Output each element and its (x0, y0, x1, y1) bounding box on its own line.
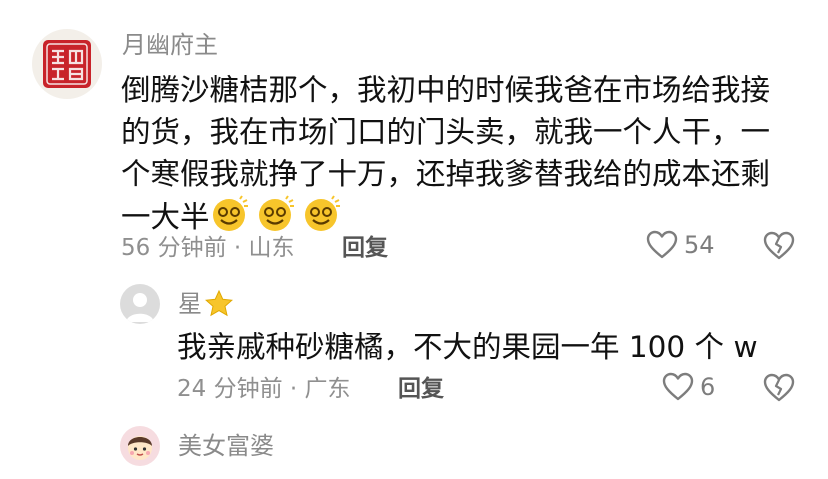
broken-heart-icon (763, 373, 795, 402)
comment-time-location: 24 分钟前 · 广东 (177, 376, 351, 402)
comment-line: 我亲戚种砂糖橘，不大的果园一年 100 个 w (177, 330, 758, 364)
username[interactable]: 美女富婆 (178, 431, 274, 461)
dislike-button[interactable] (763, 373, 795, 407)
star-emoji (205, 289, 233, 317)
dislike-button[interactable] (763, 231, 795, 265)
dizzy-smile-emoji (258, 195, 294, 231)
default-avatar-icon (126, 293, 154, 322)
username[interactable]: 星 (178, 289, 234, 319)
cartoon-avatar-icon (128, 436, 152, 460)
comment-line-text: 一大半 (121, 200, 210, 234)
heart-icon (646, 230, 678, 259)
comment-text: 我亲戚种砂糖橘，不大的果园一年 100 个 w (177, 326, 758, 368)
avatar[interactable] (32, 29, 102, 99)
red-seal-avatar-icon (43, 40, 91, 88)
reply-button[interactable]: 回复 (342, 233, 388, 263)
comment-line: 的货，我在市场门口的门头卖，就我一个人干，一 (121, 115, 771, 149)
heart-icon (662, 372, 694, 401)
dizzy-smile-emoji (304, 195, 340, 231)
comment-text: 倒腾沙糖桔那个，我初中的时候我爸在市场给我接 的货，我在市场门口的门头卖，就我一… (121, 69, 770, 237)
dizzy-smile-emoji (212, 195, 248, 231)
like-count: 6 (700, 373, 716, 401)
like-button[interactable]: 6 (662, 372, 715, 402)
broken-heart-icon (763, 231, 795, 260)
username[interactable]: 月幽府主 (122, 30, 218, 60)
username-text: 星 (178, 290, 202, 318)
comment-line: 个寒假我就挣了十万，还掉我爹替我给的成本还剩 (121, 157, 771, 191)
avatar[interactable] (120, 284, 160, 324)
comment-time-location: 56 分钟前 · 山东 (121, 235, 295, 261)
like-count: 54 (684, 231, 715, 259)
comment-line: 倒腾沙糖桔那个，我初中的时候我爸在市场给我接 (121, 73, 771, 107)
reply-button[interactable]: 回复 (398, 374, 444, 404)
like-button[interactable]: 54 (646, 230, 715, 260)
avatar[interactable] (120, 426, 160, 466)
